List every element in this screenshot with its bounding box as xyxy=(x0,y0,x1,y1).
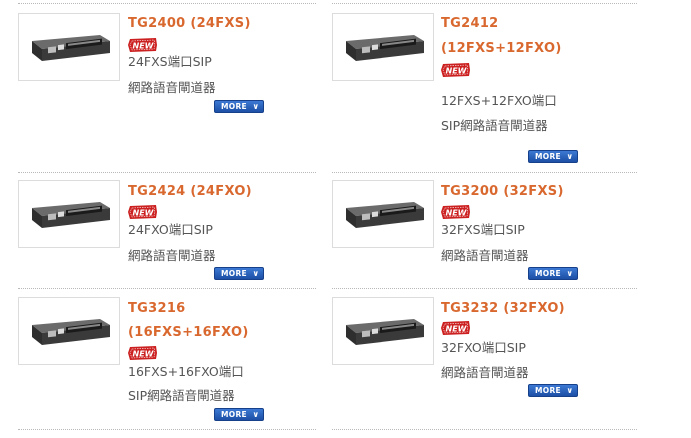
product-image[interactable] xyxy=(332,297,434,365)
chevron-down-icon: ∨ xyxy=(252,102,260,111)
product-title[interactable]: TG3232 (32FXO) xyxy=(441,296,565,321)
new-badge: NEW xyxy=(128,345,158,360)
product-description: 32FXO端口SIP xyxy=(441,340,526,355)
separator xyxy=(332,3,637,4)
gateway-device-icon xyxy=(346,202,424,228)
product-description: SIP網路語音閘道器 xyxy=(128,388,235,403)
chevron-down-icon: ∨ xyxy=(566,386,574,395)
product-title[interactable]: TG3216 xyxy=(128,296,186,321)
new-badge: NEW xyxy=(128,37,158,52)
chevron-down-icon: ∨ xyxy=(252,410,260,419)
product-image[interactable] xyxy=(18,180,120,248)
new-badge: NEW xyxy=(128,204,158,219)
new-badge-text: NEW xyxy=(133,209,155,218)
product-image[interactable] xyxy=(332,180,434,248)
new-badge: NEW xyxy=(441,62,471,77)
new-badge-text: NEW xyxy=(133,350,155,359)
product-description: 12FXS+12FXO端口 xyxy=(441,93,557,108)
separator xyxy=(18,3,316,4)
gateway-device-icon xyxy=(32,319,110,345)
gateway-device-icon xyxy=(32,202,110,228)
gateway-device-icon xyxy=(346,35,424,61)
more-button[interactable]: MORE ∨ xyxy=(528,267,578,280)
more-button[interactable]: MORE ∨ xyxy=(214,100,264,113)
product-title-line2[interactable]: (16FXS+16FXO) xyxy=(128,320,249,345)
product-image[interactable] xyxy=(332,13,434,81)
separator xyxy=(332,172,637,173)
product-description: 網路語音閘道器 xyxy=(441,365,529,380)
separator xyxy=(332,288,637,289)
new-badge: NEW xyxy=(441,204,471,219)
more-button[interactable]: MORE ∨ xyxy=(528,384,578,397)
new-badge-text: NEW xyxy=(446,67,468,76)
gateway-device-icon xyxy=(32,35,110,61)
new-badge-text: NEW xyxy=(133,42,155,51)
product-title-line2[interactable]: (12FXS+12FXO) xyxy=(441,36,562,61)
chevron-down-icon: ∨ xyxy=(252,269,260,278)
separator xyxy=(332,429,637,430)
chevron-down-icon: ∨ xyxy=(566,152,574,161)
product-image[interactable] xyxy=(18,297,120,365)
product-description: 24FXO端口SIP xyxy=(128,222,213,237)
product-description: 網路語音閘道器 xyxy=(128,248,216,263)
product-description: 網路語音閘道器 xyxy=(128,80,216,95)
more-button[interactable]: MORE ∨ xyxy=(214,408,264,421)
more-button[interactable]: MORE ∨ xyxy=(214,267,264,280)
more-button[interactable]: MORE ∨ xyxy=(528,150,578,163)
product-description: SIP網路語音閘道器 xyxy=(441,118,548,133)
product-title[interactable]: TG3200 (32FXS) xyxy=(441,179,564,204)
new-badge-text: NEW xyxy=(446,209,468,218)
product-title[interactable]: TG2400 (24FXS) xyxy=(128,11,251,36)
product-title[interactable]: TG2412 xyxy=(441,11,499,36)
product-description: 24FXS端口SIP xyxy=(128,54,212,69)
new-badge-text: NEW xyxy=(446,325,468,334)
product-image[interactable] xyxy=(18,13,120,81)
separator xyxy=(18,172,316,173)
separator xyxy=(18,429,316,430)
new-badge: NEW xyxy=(441,320,471,335)
product-title[interactable]: TG2424 (24FXO) xyxy=(128,179,252,204)
product-description: 32FXS端口SIP xyxy=(441,222,525,237)
chevron-down-icon: ∨ xyxy=(566,269,574,278)
separator xyxy=(18,288,316,289)
product-description: 16FXS+16FXO端口 xyxy=(128,364,244,379)
product-description: 網路語音閘道器 xyxy=(441,248,529,263)
gateway-device-icon xyxy=(346,319,424,345)
